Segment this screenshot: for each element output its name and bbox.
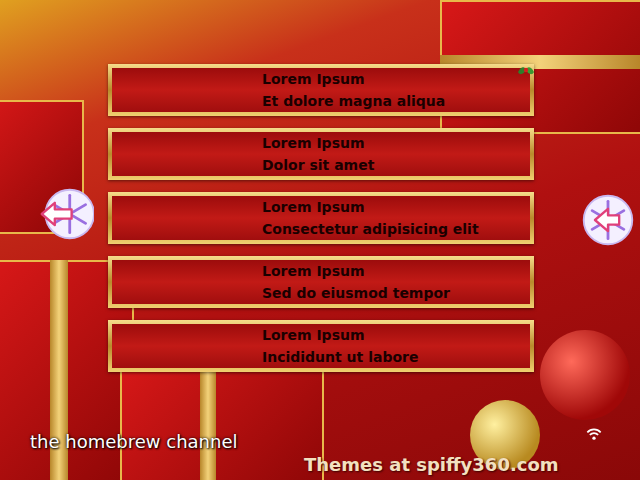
homebrew-screen: Lorem Ipsum Et dolore magna aliqua Lorem… [0,0,640,480]
footer: the homebrew channel Themes at spiffy360… [0,430,640,480]
app-description: Consectetur adipisicing elit [262,220,479,238]
app-name: Lorem Ipsum [262,198,479,216]
app-item[interactable]: Lorem Ipsum Sed do eiusmod tempor [108,256,534,308]
app-description: Dolor sit amet [262,156,374,174]
app-description: Sed do eiusmod tempor [262,284,450,302]
app-item[interactable]: Lorem Ipsum Et dolore magna aliqua [108,64,534,116]
app-name: Lorem Ipsum [262,70,445,88]
app-item[interactable]: Lorem Ipsum Consectetur adipisicing elit [108,192,534,244]
previous-page-icon[interactable] [38,186,94,242]
theme-credit: Themes at spiffy360.com [30,454,640,476]
app-name: Lorem Ipsum [262,134,374,152]
app-item[interactable]: Lorem Ipsum Incididunt ut labore [108,320,534,372]
app-description: Incididunt ut labore [262,348,418,366]
channel-title: the homebrew channel [30,430,640,454]
network-icon [584,424,604,444]
app-item[interactable]: Lorem Ipsum Dolor sit amet [108,128,534,180]
next-page-icon[interactable] [580,192,636,248]
app-name: Lorem Ipsum [262,326,418,344]
app-description: Et dolore magna aliqua [262,92,445,110]
app-list: Lorem Ipsum Et dolore magna aliqua Lorem… [108,64,534,372]
app-name: Lorem Ipsum [262,262,450,280]
holly-icon [514,58,538,82]
